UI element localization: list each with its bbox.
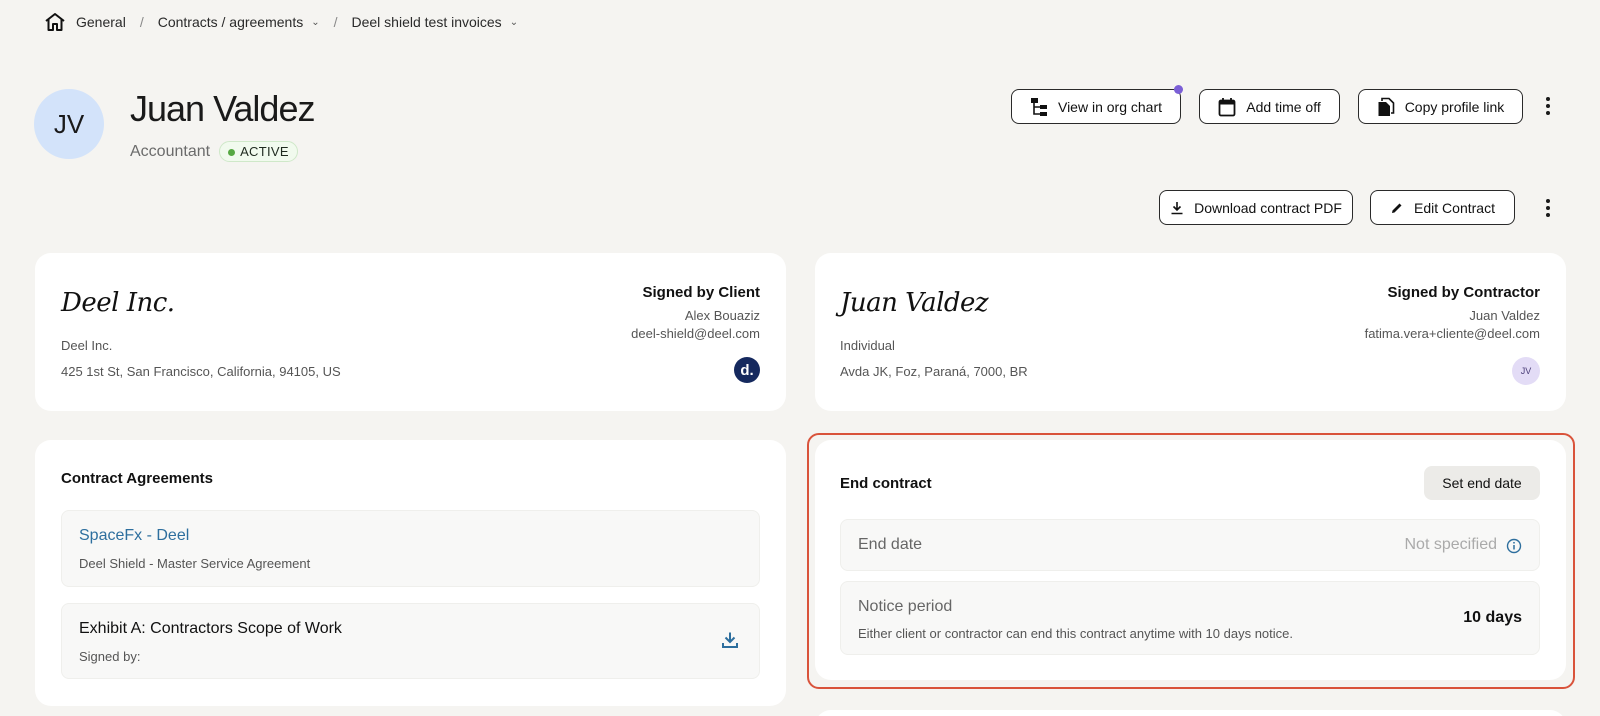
signed-by-client-label: Signed by Client <box>642 284 760 301</box>
next-card <box>815 710 1566 716</box>
pencil-icon <box>1392 203 1402 213</box>
agreement-subtitle: Deel Shield - Master Service Agreement <box>79 556 311 571</box>
contract-agreements-card: Contract Agreements SpaceFx - Deel Deel … <box>35 440 786 706</box>
breadcrumb-separator: / <box>333 14 338 30</box>
more-contract-actions-icon[interactable] <box>1540 196 1556 220</box>
agreement-title: Exhibit A: Contractors Scope of Work <box>79 620 342 637</box>
agreement-item[interactable]: SpaceFx - Deel Deel Shield - Master Serv… <box>61 510 760 587</box>
profile-subtitle: Accountant ACTIVE <box>130 141 298 162</box>
home-icon[interactable] <box>44 11 66 33</box>
contractor-signer-name: Juan Valdez <box>1469 308 1540 323</box>
client-address: 425 1st St, San Francisco, California, 9… <box>61 364 341 379</box>
agreement-subtitle: Signed by: <box>79 649 141 664</box>
contractor-signature-card: Juan Valdez Individual Avda JK, Foz, Par… <box>815 253 1566 411</box>
deel-logo: d. <box>734 357 760 383</box>
download-icon[interactable] <box>721 631 739 649</box>
download-icon <box>1171 201 1183 214</box>
contractor-signature: Juan Valdez <box>840 288 989 318</box>
view-org-chart-label: View in org chart <box>1057 98 1162 115</box>
contractor-signer-email: fatima.vera+cliente@deel.com <box>1364 326 1540 341</box>
agreement-link[interactable]: SpaceFx - Deel <box>79 527 189 545</box>
signed-by-contractor-label: Signed by Contractor <box>1387 284 1540 301</box>
breadcrumb-item-contract[interactable]: Deel shield test invoices <box>352 14 502 30</box>
breadcrumb-item-general[interactable]: General <box>76 14 126 30</box>
role-label: Accountant <box>130 142 211 160</box>
client-signer-name: Alex Bouaziz <box>684 308 760 323</box>
more-actions-icon[interactable] <box>1540 94 1556 118</box>
org-chart-icon <box>1030 97 1047 116</box>
copy-profile-link-label: Copy profile link <box>1404 98 1505 115</box>
add-time-off-button[interactable]: Add time off <box>1199 89 1340 124</box>
client-signer-email: deel-shield@deel.com <box>631 326 760 341</box>
copy-icon <box>1378 97 1394 116</box>
highlight-outline <box>807 433 1575 689</box>
client-signature-card: Deel Inc. Deel Inc. 425 1st St, San Fran… <box>35 253 786 411</box>
contractor-entity: Individual <box>840 338 895 353</box>
contractor-avatar: JV <box>1512 357 1540 385</box>
avatar: JV <box>34 89 104 159</box>
download-contract-pdf-label: Download contract PDF <box>1194 199 1342 216</box>
edit-contract-label: Edit Contract <box>1414 199 1495 216</box>
download-contract-pdf-button[interactable]: Download contract PDF <box>1159 190 1353 225</box>
contract-agreements-title: Contract Agreements <box>61 470 213 487</box>
notification-dot <box>1174 85 1183 94</box>
view-org-chart-button[interactable]: View in org chart <box>1011 85 1183 124</box>
breadcrumb-item-contracts[interactable]: Contracts / agreements <box>158 14 304 30</box>
calendar-icon <box>1218 97 1236 116</box>
contractor-address: Avda JK, Foz, Paraná, 7000, BR <box>840 364 1028 379</box>
copy-profile-link-button[interactable]: Copy profile link <box>1358 89 1523 124</box>
page-title: Juan Valdez <box>130 88 315 129</box>
breadcrumb-separator: / <box>139 14 144 30</box>
breadcrumb: General / Contracts / agreements ⌄ / Dee… <box>44 10 518 34</box>
agreement-item: Exhibit A: Contractors Scope of Work Sig… <box>61 603 760 679</box>
add-time-off-label: Add time off <box>1246 98 1321 115</box>
chevron-down-icon[interactable]: ⌄ <box>510 17 518 28</box>
status-badge: ACTIVE <box>219 141 298 162</box>
client-entity: Deel Inc. <box>61 338 113 353</box>
edit-contract-button[interactable]: Edit Contract <box>1370 190 1515 225</box>
chevron-down-icon[interactable]: ⌄ <box>311 17 319 28</box>
client-signature: Deel Inc. <box>61 288 175 318</box>
